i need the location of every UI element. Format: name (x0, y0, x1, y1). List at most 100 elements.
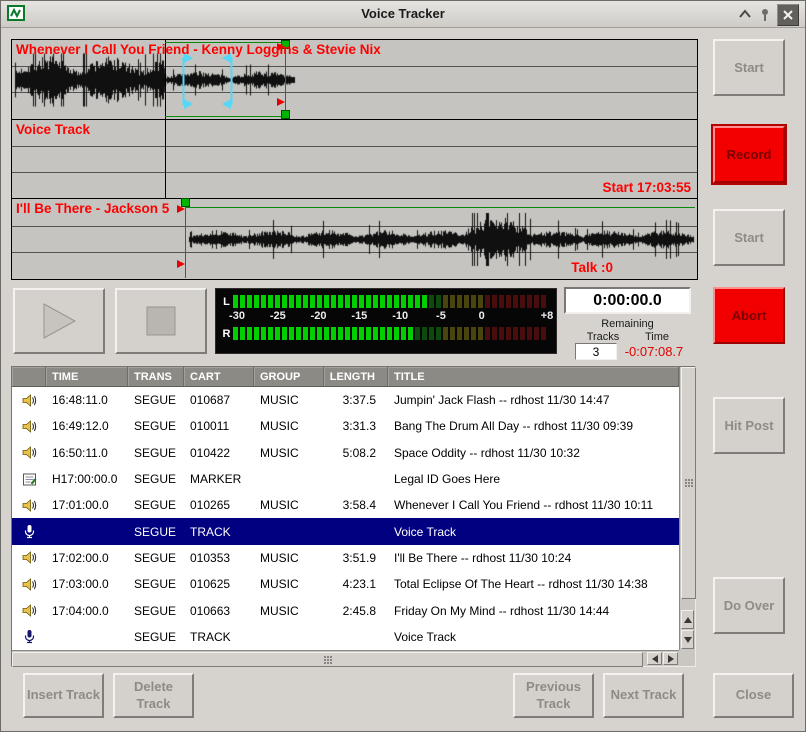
horizontal-scrollbar[interactable] (12, 650, 679, 666)
row-trans: SEGUE (128, 419, 184, 433)
row-length: 3:37.5 (324, 393, 388, 407)
row-title: Whenever I Call You Friend -- rdhost 11/… (388, 498, 679, 512)
play-button[interactable] (13, 288, 105, 354)
close-icon (781, 8, 795, 22)
row-title: Space Oddity -- rdhost 11/30 10:32 (388, 446, 679, 460)
insert-track-button[interactable]: Insert Track (23, 673, 104, 718)
record-button[interactable]: Record (713, 126, 785, 183)
row-title: Legal ID Goes Here (388, 472, 679, 486)
scrollbar-grip (323, 655, 332, 664)
table-row[interactable]: 17:04:00.0 SEGUE 010663 MUSIC 2:45.8 Fri… (12, 597, 679, 623)
scroll-left-button[interactable] (647, 652, 662, 665)
microphone-icon (22, 629, 37, 644)
track-editor[interactable]: Whenever I Call You Friend - Kenny Loggi… (11, 39, 698, 280)
track-start-marker[interactable] (177, 199, 695, 279)
speaker-icon (22, 498, 37, 513)
next-track-button[interactable]: Next Track (603, 673, 684, 718)
row-title: Bang The Drum All Day -- rdhost 11/30 09… (388, 419, 679, 433)
row-trans: SEGUE (128, 446, 184, 460)
delete-track-button[interactable]: Delete Track (113, 673, 194, 718)
log-table: TIME TRANS CART GROUP LENGTH TITLE 16:48… (11, 366, 696, 667)
speaker-icon (22, 550, 37, 565)
do-over-button[interactable]: Do Over (713, 577, 785, 634)
row-group: MUSIC (254, 446, 324, 460)
fade-marker-handles[interactable] (184, 53, 232, 109)
row-cart: 010265 (184, 498, 254, 512)
remaining-label: Remaining (564, 318, 691, 330)
row-time: 17:02:00.0 (46, 551, 128, 565)
row-cart: 010625 (184, 577, 254, 591)
marker-overlay[interactable] (12, 40, 697, 279)
elapsed-time-display: 0:00:00.0 (564, 287, 691, 314)
row-type-icon-cell (12, 498, 46, 513)
track-title-2: Voice Track (16, 122, 90, 137)
meter-right-segments (233, 327, 552, 340)
scroll-right-button[interactable] (663, 652, 678, 665)
log-col-icon (12, 367, 46, 386)
track-title-3: I'll Be There - Jackson 5 (16, 201, 169, 216)
table-row[interactable]: 17:01:00.0 SEGUE 010265 MUSIC 3:58.4 Whe… (12, 492, 679, 518)
row-group: MUSIC (254, 498, 324, 512)
log-col-trans: TRANS (128, 367, 184, 386)
row-title: Friday On My Mind -- rdhost 11/30 14:44 (388, 604, 679, 618)
row-type-icon-cell (12, 603, 46, 618)
arrow-down-icon (684, 637, 692, 643)
table-row[interactable]: 16:48:11.0 SEGUE 010687 MUSIC 3:37.5 Jum… (12, 387, 679, 413)
app-icon (7, 5, 25, 21)
table-row[interactable]: 16:49:12.0 SEGUE 010011 MUSIC 3:31.3 Ban… (12, 413, 679, 439)
row-time: 16:50:11.0 (46, 446, 128, 460)
track-talk-note: Talk :0 (571, 260, 613, 275)
remaining-time-value: -0:07:08.7 (615, 344, 693, 359)
scroll-up-button[interactable] (681, 610, 694, 629)
row-length: 3:31.3 (324, 419, 388, 433)
table-row[interactable]: SEGUE TRACK Voice Track (12, 624, 679, 650)
table-row[interactable]: H17:00:00.0 SEGUE MARKER Legal ID Goes H… (12, 466, 679, 492)
speaker-icon (22, 419, 37, 434)
table-row[interactable]: SEGUE TRACK Voice Track (12, 518, 679, 544)
row-time: 17:03:00.0 (46, 577, 128, 591)
meter-right-label: R (220, 328, 233, 340)
row-type-icon-cell (12, 550, 46, 565)
scroll-down-button[interactable] (681, 630, 694, 649)
abort-button[interactable]: Abort (713, 287, 785, 344)
speaker-icon (22, 577, 37, 592)
vertical-scrollbar[interactable] (679, 367, 695, 650)
previous-track-button[interactable]: Previous Track (513, 673, 594, 718)
row-time: H17:00:00.0 (46, 472, 128, 486)
meter-scale-labels: -30-25-20-15-10-50+8 (237, 310, 547, 325)
speaker-icon (22, 445, 37, 460)
table-row[interactable]: 17:02:00.0 SEGUE 010353 MUSIC 3:51.9 I'l… (12, 545, 679, 571)
arrow-up-icon (684, 617, 692, 623)
row-trans: SEGUE (128, 630, 184, 644)
remaining-time-label: Time (629, 331, 685, 343)
titlebar[interactable]: Voice Tracker (1, 1, 805, 28)
voice-tracker-window: Voice Tracker Whenever I Call You Friend… (0, 0, 806, 732)
audio-meter: L -30-25-20-15-10-50+8 R (215, 288, 557, 354)
log-header: TIME TRANS CART GROUP LENGTH TITLE (12, 367, 679, 387)
table-row[interactable]: 16:50:11.0 SEGUE 010422 MUSIC 5:08.2 Spa… (12, 440, 679, 466)
scrollbar-corner (679, 650, 695, 666)
log-col-length: LENGTH (324, 367, 388, 386)
row-group: MUSIC (254, 393, 324, 407)
horizontal-scrollbar-thumb[interactable] (12, 652, 643, 667)
row-group: MUSIC (254, 419, 324, 433)
vertical-scrollbar-thumb[interactable] (681, 367, 696, 599)
close-button[interactable]: Close (713, 673, 794, 718)
stop-button[interactable] (115, 288, 207, 354)
pin-button[interactable] (755, 4, 775, 24)
start-button-2[interactable]: Start (713, 209, 785, 266)
row-group: MUSIC (254, 577, 324, 591)
close-window-button[interactable] (777, 4, 799, 26)
hit-post-button[interactable]: Hit Post (713, 397, 785, 454)
speaker-icon (22, 603, 37, 618)
track-title-1: Whenever I Call You Friend - Kenny Loggi… (16, 42, 381, 57)
row-cart: 010353 (184, 551, 254, 565)
window-title: Voice Tracker (1, 6, 805, 21)
table-row[interactable]: 17:03:00.0 SEGUE 010625 MUSIC 4:23.1 Tot… (12, 571, 679, 597)
row-trans: SEGUE (128, 472, 184, 486)
start-button-1[interactable]: Start (713, 39, 785, 96)
row-type-icon-cell (12, 577, 46, 592)
row-title: Jumpin' Jack Flash -- rdhost 11/30 14:47 (388, 393, 679, 407)
shade-button[interactable] (735, 4, 755, 24)
row-group: MUSIC (254, 551, 324, 565)
